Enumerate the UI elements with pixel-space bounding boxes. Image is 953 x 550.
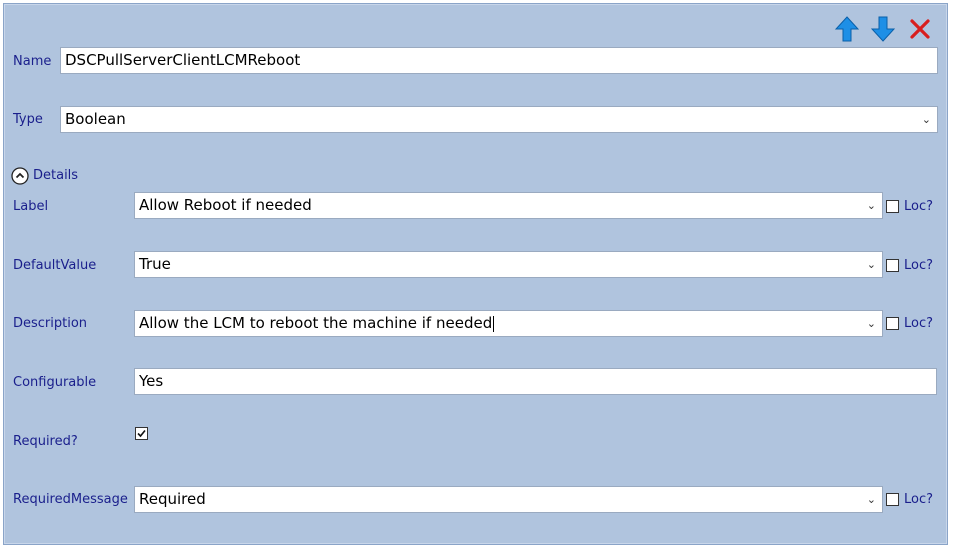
chevron-up-circle-icon[interactable] <box>11 167 29 185</box>
required-message-select[interactable]: Required ⌄ <box>134 486 883 513</box>
type-select[interactable]: Boolean ⌄ <box>60 106 938 133</box>
default-value-select[interactable]: True ⌄ <box>134 251 883 278</box>
default-value-loc-label: Loc? <box>904 258 934 273</box>
label-select-value: Allow Reboot if needed <box>139 196 312 214</box>
chevron-down-icon: ⌄ <box>866 493 876 506</box>
description-loc-checkbox[interactable] <box>886 317 899 330</box>
default-value-loc-checkbox[interactable] <box>886 259 899 272</box>
default-value-select-value: True <box>139 255 171 273</box>
close-x-icon[interactable] <box>908 17 932 41</box>
name-input[interactable]: DSCPullServerClientLCMReboot <box>60 47 938 74</box>
description-select[interactable]: Allow the LCM to reboot the machine if n… <box>134 310 883 337</box>
label-field-label: Label <box>13 199 49 214</box>
chevron-down-icon: ⌄ <box>921 113 931 126</box>
text-caret <box>493 315 495 332</box>
label-select[interactable]: Allow Reboot if needed ⌄ <box>134 192 883 219</box>
required-message-loc-checkbox[interactable] <box>886 493 899 506</box>
required-label: Required? <box>13 434 78 449</box>
required-message-label: RequiredMessage <box>13 492 128 507</box>
description-loc-label: Loc? <box>904 316 934 331</box>
required-checkbox[interactable] <box>135 427 148 440</box>
type-label: Type <box>13 112 43 127</box>
chevron-down-icon: ⌄ <box>866 317 876 330</box>
description-label: Description <box>13 316 88 331</box>
configurable-label: Configurable <box>13 375 97 390</box>
description-select-value: Allow the LCM to reboot the machine if n… <box>139 314 493 332</box>
label-loc-checkbox[interactable] <box>886 200 899 213</box>
required-message-select-value: Required <box>139 490 206 508</box>
label-loc-label: Loc? <box>904 199 934 214</box>
name-label: Name <box>13 54 52 69</box>
default-value-label: DefaultValue <box>13 258 97 273</box>
arrow-up-icon[interactable] <box>834 16 860 42</box>
details-toggle-label[interactable]: Details <box>33 168 78 183</box>
required-message-loc-label: Loc? <box>904 492 934 507</box>
configurable-input[interactable]: Yes <box>134 368 937 395</box>
checkmark-icon <box>137 429 146 438</box>
arrow-down-icon[interactable] <box>870 16 896 42</box>
chevron-down-icon: ⌄ <box>866 199 876 212</box>
type-select-value: Boolean <box>65 110 126 128</box>
chevron-down-icon: ⌄ <box>866 258 876 271</box>
